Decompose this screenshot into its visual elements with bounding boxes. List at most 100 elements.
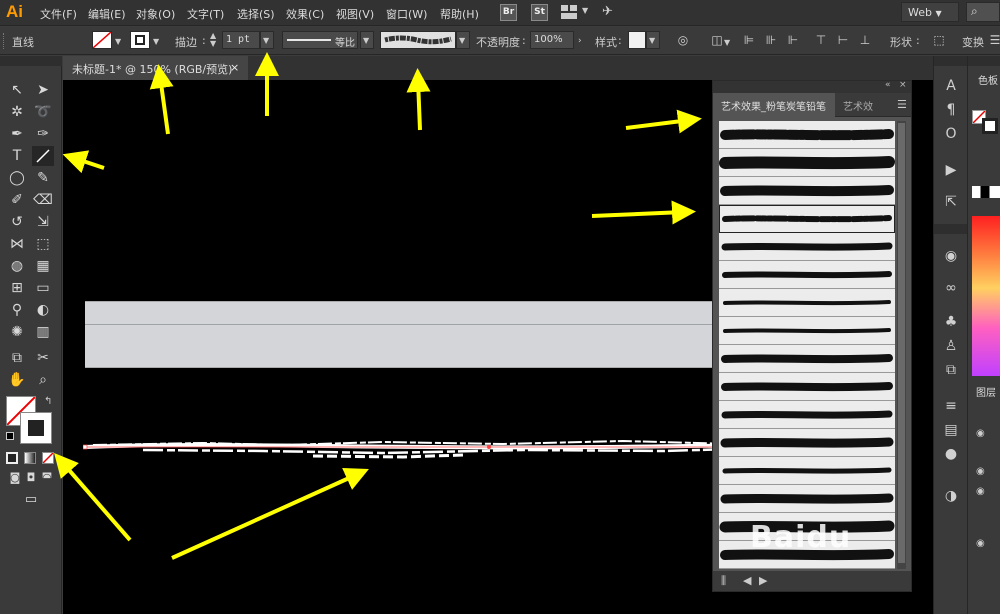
gradient-tool-icon[interactable]: ▭	[32, 278, 54, 298]
shape-label[interactable]: 形状	[890, 34, 912, 50]
direct-selection-tool-icon[interactable]: ➤	[32, 80, 54, 100]
curvature-tool-icon[interactable]: ✑	[32, 124, 54, 144]
graphic-style-dropdown[interactable]: ▼	[646, 31, 660, 49]
bridge-button[interactable]: Br	[500, 4, 517, 21]
free-transform-tool-icon[interactable]: ⬚	[32, 234, 54, 254]
brush-item[interactable]	[719, 429, 895, 457]
type-tool-icon[interactable]: T	[6, 146, 28, 166]
align-vcenter-icon[interactable]: ⊢	[836, 33, 850, 47]
brush-item[interactable]	[719, 261, 895, 289]
swatches-panel-label[interactable]: 色板	[978, 72, 998, 87]
eraser-tool-icon[interactable]: ⌫	[32, 190, 54, 210]
scrollbar-thumb[interactable]	[898, 123, 905, 563]
magic-wand-tool-icon[interactable]: ✲	[6, 102, 28, 122]
search-stock-input[interactable]: ⌕	[966, 2, 1000, 22]
layer-visibility-eye-icon-2[interactable]: ◉	[976, 466, 985, 477]
export-panel-icon[interactable]: ⇱	[940, 192, 962, 212]
brush-item[interactable]	[719, 485, 895, 513]
collapse-panel-icon[interactable]: «	[885, 80, 891, 90]
profile-dropdown[interactable]: ▼	[360, 31, 374, 49]
variable-width-profile[interactable]: 等比	[282, 31, 358, 49]
color-guide-icon[interactable]: ◉	[940, 246, 962, 266]
recolor-artwork-icon[interactable]: ◎	[676, 33, 690, 47]
eyedropper-tool-icon[interactable]: ⚲	[6, 300, 28, 320]
menu-help[interactable]: 帮助(H)	[440, 6, 479, 22]
symbol-sprayer-tool-icon[interactable]: ✺	[6, 322, 28, 342]
align-left-icon[interactable]: ⊫	[742, 33, 756, 47]
opentype-panel-icon[interactable]: O	[940, 124, 962, 144]
brush-item[interactable]	[719, 345, 895, 373]
dock-stroke-swatch[interactable]	[982, 118, 998, 134]
brush-definition[interactable]	[380, 31, 456, 49]
asset-export-icon[interactable]: ⧉	[940, 360, 962, 380]
paintbrush-tool-icon[interactable]: ✎	[32, 168, 54, 188]
close-document-icon[interactable]: ×	[230, 61, 239, 74]
stroke-color-dropdown-icon[interactable]: ▼	[153, 37, 159, 46]
color-quick-swatches[interactable]	[972, 186, 1000, 198]
symbols-panel-icon[interactable]: ♣	[940, 312, 962, 332]
slice-tool-icon[interactable]: ✂	[32, 348, 54, 368]
default-fill-stroke-icon[interactable]	[6, 432, 14, 440]
puppet-warp-icon[interactable]: ♙	[940, 336, 962, 356]
brush-item[interactable]	[719, 149, 895, 177]
layer-visibility-eye-icon[interactable]: ◉	[976, 428, 985, 439]
stroke-label[interactable]: 描边	[175, 34, 197, 50]
draw-inside-icon[interactable]: ◚	[36, 468, 58, 488]
align-panel-icon[interactable]: ≡	[940, 396, 962, 416]
menu-select[interactable]: 选择(S)	[237, 6, 275, 22]
fill-swatch[interactable]	[92, 31, 112, 49]
links-panel-icon[interactable]: ∞	[940, 278, 962, 298]
graphic-styles-icon[interactable]: ◑	[940, 486, 962, 506]
align-top-icon[interactable]: ⊤	[814, 33, 828, 47]
stroke-color-box[interactable]	[20, 412, 52, 444]
color-mode-icon[interactable]	[6, 452, 18, 464]
document-tab[interactable]: 未标题-1* @ 150% (RGB/预览)	[63, 56, 248, 80]
brush-libraries-menu-icon[interactable]: ⫼	[721, 574, 726, 588]
swap-fill-stroke-icon[interactable]: ↰	[44, 396, 52, 407]
gpu-performance-icon[interactable]: ✈	[602, 4, 613, 19]
align-to-dropdown-icon[interactable]: ▼	[724, 38, 730, 47]
blend-tool-icon[interactable]: ◐	[32, 300, 54, 320]
brush-dropdown[interactable]: ▼	[456, 31, 470, 49]
tab-chalk-charcoal-pencil[interactable]: 艺术效果_粉笔炭笔铅笔	[721, 98, 826, 113]
layers-panel-label[interactable]: 图层	[976, 384, 996, 399]
align-bottom-icon[interactable]: ⊥	[858, 33, 872, 47]
arrange-dropdown-icon[interactable]: ▼	[582, 6, 588, 15]
rotate-tool-icon[interactable]: ↺	[6, 212, 28, 232]
shape-properties-icon[interactable]: ⬚	[932, 33, 946, 47]
shape-builder-tool-icon[interactable]: ◍	[6, 256, 28, 276]
menu-window[interactable]: 窗口(W)	[386, 6, 427, 22]
menu-edit[interactable]: 编辑(E)	[88, 6, 126, 22]
brush-item[interactable]	[719, 289, 895, 317]
menu-object[interactable]: 对象(O)	[136, 6, 175, 22]
menu-view[interactable]: 视图(V)	[336, 6, 374, 22]
opacity-input[interactable]: 100%	[530, 31, 574, 49]
appearance-panel-icon[interactable]: ●	[940, 444, 962, 464]
transform-label[interactable]: 变换	[962, 34, 984, 50]
paragraph-panel-icon[interactable]: ¶	[940, 100, 962, 120]
pen-tool-icon[interactable]: ✒	[6, 124, 28, 144]
gradient-mode-icon[interactable]	[24, 452, 36, 464]
hand-tool-icon[interactable]: ✋	[6, 370, 28, 390]
menu-file[interactable]: 文件(F)	[40, 6, 77, 22]
layer-visibility-eye-icon-3[interactable]: ◉	[976, 486, 985, 497]
close-panel-icon[interactable]: ×	[899, 80, 907, 90]
menu-type[interactable]: 文字(T)	[187, 6, 224, 22]
zoom-tool-icon[interactable]: ⌕	[32, 370, 54, 390]
mesh-tool-icon[interactable]: ⊞	[6, 278, 28, 298]
tab-artistic-other[interactable]: 艺术效	[843, 98, 873, 113]
brush-item[interactable]	[719, 457, 895, 485]
screen-mode-icon[interactable]: ▭	[20, 490, 42, 510]
transparency-panel-icon[interactable]: ▤	[940, 420, 962, 440]
graphic-style-swatch[interactable]	[628, 31, 646, 49]
stroke-weight-input[interactable]: 1 pt	[222, 31, 260, 49]
stroke-stepper[interactable]: ▲ ▼	[210, 32, 216, 48]
align-right-icon[interactable]: ⊩	[786, 33, 800, 47]
actions-panel-icon[interactable]: ▶	[940, 160, 962, 180]
brush-item[interactable]	[719, 177, 895, 205]
color-spectrum[interactable]	[972, 216, 1000, 376]
stroke-swatch[interactable]	[130, 31, 150, 49]
layer-visibility-eye-icon-4[interactable]: ◉	[976, 538, 985, 549]
brush-list-scrollbar[interactable]	[897, 121, 906, 569]
perspective-grid-tool-icon[interactable]: ▦	[32, 256, 54, 276]
